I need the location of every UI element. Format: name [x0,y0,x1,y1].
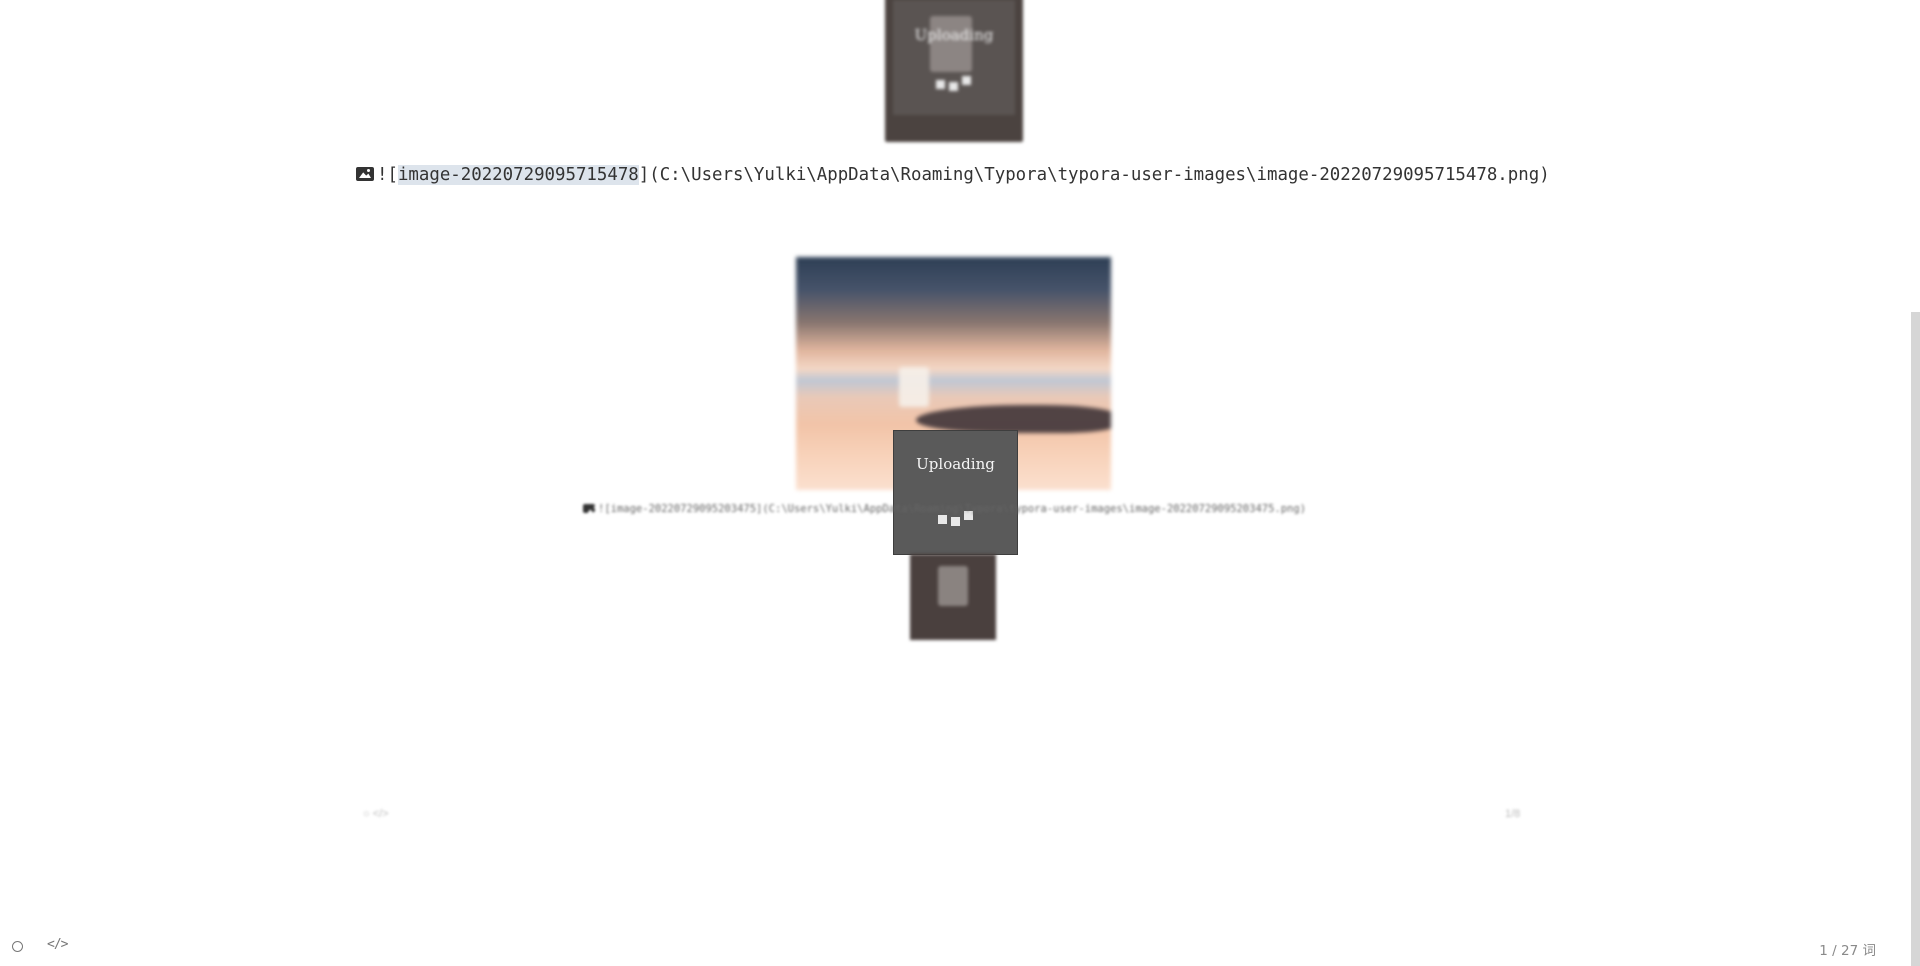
image-icon [356,167,374,181]
uploading-image-card: Uploading [893,430,1018,555]
circle-icon[interactable] [12,941,23,952]
markdown-prefix: ![ [377,165,398,185]
markdown-image-source[interactable]: ![image-20220729095715478](C:\Users\Yulk… [352,159,1552,191]
uploading-thumbnail [910,554,996,640]
uploading-image-card-top: Uploading [885,0,1023,142]
file-icon [938,566,968,606]
image-content [916,405,1111,433]
scrollbar-thumb[interactable] [1911,312,1920,966]
ghost-status-right: 1/8 [1505,808,1521,820]
image-alt-text[interactable]: image-20220729095715478 [397,165,639,185]
image-icon [583,504,597,513]
file-icon [899,367,929,407]
uploading-label: Uploading [914,26,994,44]
file-icon [930,16,972,72]
loading-indicator-icon [932,74,976,91]
image-path: ](C:\Users\Yulki\AppData\Roaming\Typora\… [638,165,1550,185]
status-bar: </> 1 / 27 词 [0,930,1906,966]
uploading-label: Uploading [916,455,995,473]
word-count[interactable]: 1 / 27 词 [1819,939,1876,959]
editor-area[interactable]: Uploading ![image-20220729095715478](C:\… [0,0,1906,966]
code-icon[interactable]: </> [47,937,69,952]
blurred-markdown-text: ![image-20220729095203475](C:\Users\Yulk… [598,503,1307,515]
blurred-markdown-source: ![image-20220729095203475](C:\Users\Yulk… [579,499,1339,520]
ghost-status-left: ○ </> [363,808,389,820]
